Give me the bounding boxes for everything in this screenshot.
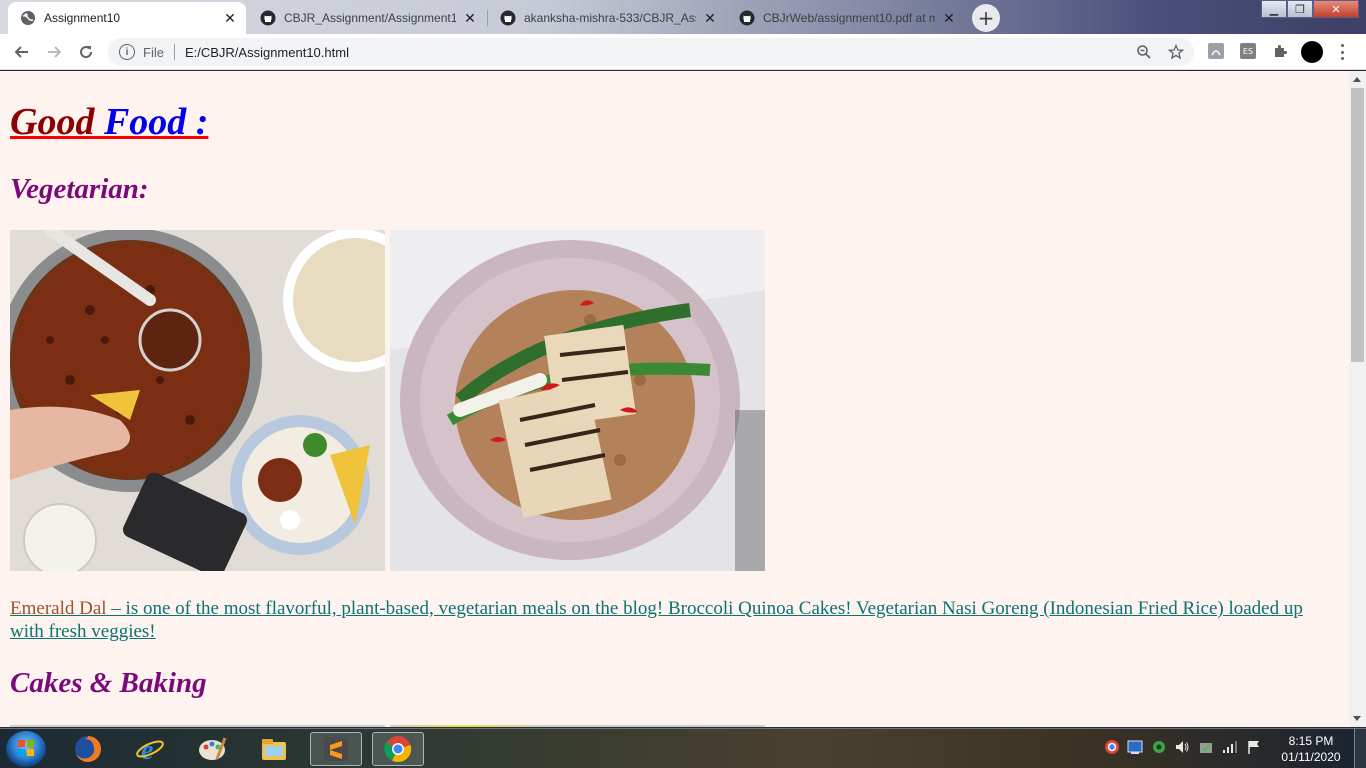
- tab-title: CBJrWeb/assignment10.pdf at m: [763, 11, 935, 25]
- action-center-flag-icon[interactable]: [1246, 739, 1262, 755]
- restore-icon: ❐: [1295, 2, 1305, 16]
- github-icon: [739, 10, 755, 26]
- show-desktop-button[interactable]: [1354, 729, 1366, 768]
- cake-image-edge: [10, 725, 385, 727]
- security-tray-icon[interactable]: [1198, 739, 1214, 755]
- window-close-button[interactable]: ✕: [1313, 0, 1359, 18]
- caption-lead: Emerald Dal: [10, 598, 107, 619]
- windows-taskbar: e 8:15 PM 01/11/2020: [0, 728, 1366, 768]
- file-explorer-icon[interactable]: [248, 732, 300, 766]
- volume-icon[interactable]: [1174, 739, 1190, 755]
- caption-text: – is one of the most flavorful, plant-ba…: [10, 598, 1303, 642]
- scroll-up-arrow[interactable]: [1353, 77, 1361, 82]
- info-icon[interactable]: i: [119, 44, 135, 60]
- tab-cbjr-assignment[interactable]: CBJR_Assignment/Assignment10 ✕: [248, 2, 486, 34]
- divider: [173, 44, 175, 60]
- maximize-button[interactable]: ❐: [1287, 0, 1313, 18]
- browser-toolbar: i File E:/CBJR/Assignment10.html ES: [0, 34, 1366, 70]
- tab-title: akanksha-mishra-533/CBJR_Assig: [524, 11, 696, 25]
- section-heading-cakes-baking: Cakes & Baking: [10, 667, 207, 699]
- arrow-right-icon: [48, 46, 62, 58]
- scheme-label: File: [143, 44, 164, 60]
- new-tab-button[interactable]: +: [972, 4, 1000, 32]
- firefox-icon[interactable]: [62, 732, 114, 766]
- tab-title: CBJR_Assignment/Assignment10: [284, 11, 456, 25]
- signal-strength-icon[interactable]: [1222, 739, 1238, 755]
- title-link[interactable]: Good Food :: [10, 101, 208, 143]
- close-icon[interactable]: ✕: [222, 10, 238, 26]
- tab-title: Assignment10: [44, 11, 121, 25]
- internet-explorer-icon[interactable]: e: [124, 732, 176, 766]
- title-word-food: Food :: [103, 101, 209, 143]
- github-icon: [500, 10, 516, 26]
- section-heading-vegetarian: Vegetarian:: [10, 173, 149, 205]
- start-button[interactable]: [6, 731, 46, 767]
- es-extension-icon[interactable]: ES: [1240, 43, 1256, 59]
- plus-icon: +: [977, 6, 995, 30]
- close-icon[interactable]: ✕: [941, 10, 957, 26]
- zoom-icon[interactable]: [1136, 44, 1152, 60]
- minimize-icon: ▁: [1269, 2, 1279, 16]
- arrow-left-icon: [14, 46, 28, 58]
- chrome-tray-icon[interactable]: [1104, 739, 1120, 755]
- page-viewport: Good Food : Vegetarian: Emerald Dal – is…: [0, 71, 1349, 727]
- reload-button[interactable]: [74, 40, 98, 64]
- es-label: ES: [1242, 46, 1254, 56]
- network-monitor-icon[interactable]: [1127, 739, 1143, 755]
- clock-time: 8:15 PM: [1288, 734, 1334, 748]
- github-icon: [260, 10, 276, 26]
- page-title: Good Food :: [10, 99, 208, 145]
- page-scrollbar[interactable]: [1349, 71, 1366, 727]
- close-icon: ✕: [1331, 2, 1341, 16]
- address-bar[interactable]: i File E:/CBJR/Assignment10.html: [108, 38, 1194, 66]
- clock-date: 01/11/2020: [1281, 750, 1341, 764]
- title-word-good: Good: [10, 101, 95, 143]
- profile-avatar[interactable]: [1301, 41, 1323, 63]
- forward-button[interactable]: [42, 40, 66, 64]
- food-image-chili: [10, 230, 385, 571]
- food-image-tofu-bowl: [390, 230, 765, 571]
- sublime-text-icon[interactable]: [310, 732, 362, 766]
- tab-assignment10[interactable]: Assignment10 ✕: [8, 2, 246, 34]
- globe-icon: [20, 10, 36, 26]
- vegetarian-caption-link[interactable]: Emerald Dal – is one of the most flavorf…: [10, 597, 1310, 643]
- close-icon[interactable]: ✕: [702, 10, 718, 26]
- browser-tab-strip: Assignment10 ✕ CBJR_Assignment/Assignmen…: [0, 0, 1366, 34]
- svg-text:e: e: [141, 735, 153, 764]
- back-button[interactable]: [10, 40, 34, 64]
- paint-icon[interactable]: [186, 732, 238, 766]
- tab-cbjrweb-pdf[interactable]: CBJrWeb/assignment10.pdf at m ✕: [727, 2, 965, 34]
- settings-gear-tray-icon[interactable]: [1151, 739, 1167, 755]
- baking-image-edge: [390, 725, 765, 727]
- browser-menu-button[interactable]: [1336, 42, 1348, 62]
- tab-akanksha-repo[interactable]: akanksha-mishra-533/CBJR_Assig ✕: [488, 2, 726, 34]
- scroll-down-arrow[interactable]: [1353, 716, 1361, 721]
- chrome-icon[interactable]: [372, 732, 424, 766]
- url-text: E:/CBJR/Assignment10.html: [184, 44, 349, 60]
- bookmark-star-icon[interactable]: [1168, 44, 1184, 60]
- minimize-button[interactable]: ▁: [1261, 0, 1287, 18]
- windows-logo-icon: [18, 740, 34, 756]
- pdf-extension-icon[interactable]: [1208, 43, 1224, 59]
- close-icon[interactable]: ✕: [462, 10, 478, 26]
- reload-icon: [80, 46, 93, 59]
- taskbar-clock[interactable]: 8:15 PM 01/11/2020: [1276, 733, 1346, 765]
- scroll-thumb[interactable]: [1351, 88, 1364, 362]
- puzzle-extensions-icon[interactable]: [1272, 43, 1288, 59]
